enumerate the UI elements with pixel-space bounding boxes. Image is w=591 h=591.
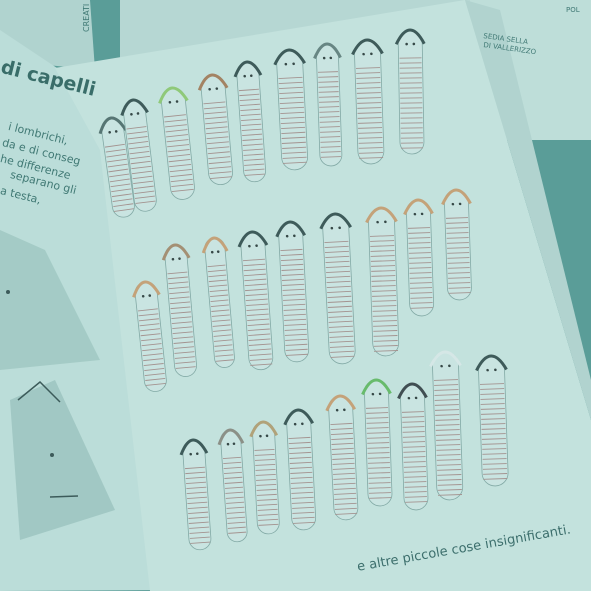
top-book-corner: POL [566,6,580,14]
photo-scene: di capelli i lombrichi, da e di conseg h… [0,0,591,591]
triangle-eye [6,290,10,294]
triangle-mouth [49,495,79,498]
top-book-brand: CREATI [82,3,91,32]
striped-worm [394,28,426,155]
triangle-eye [50,453,54,457]
